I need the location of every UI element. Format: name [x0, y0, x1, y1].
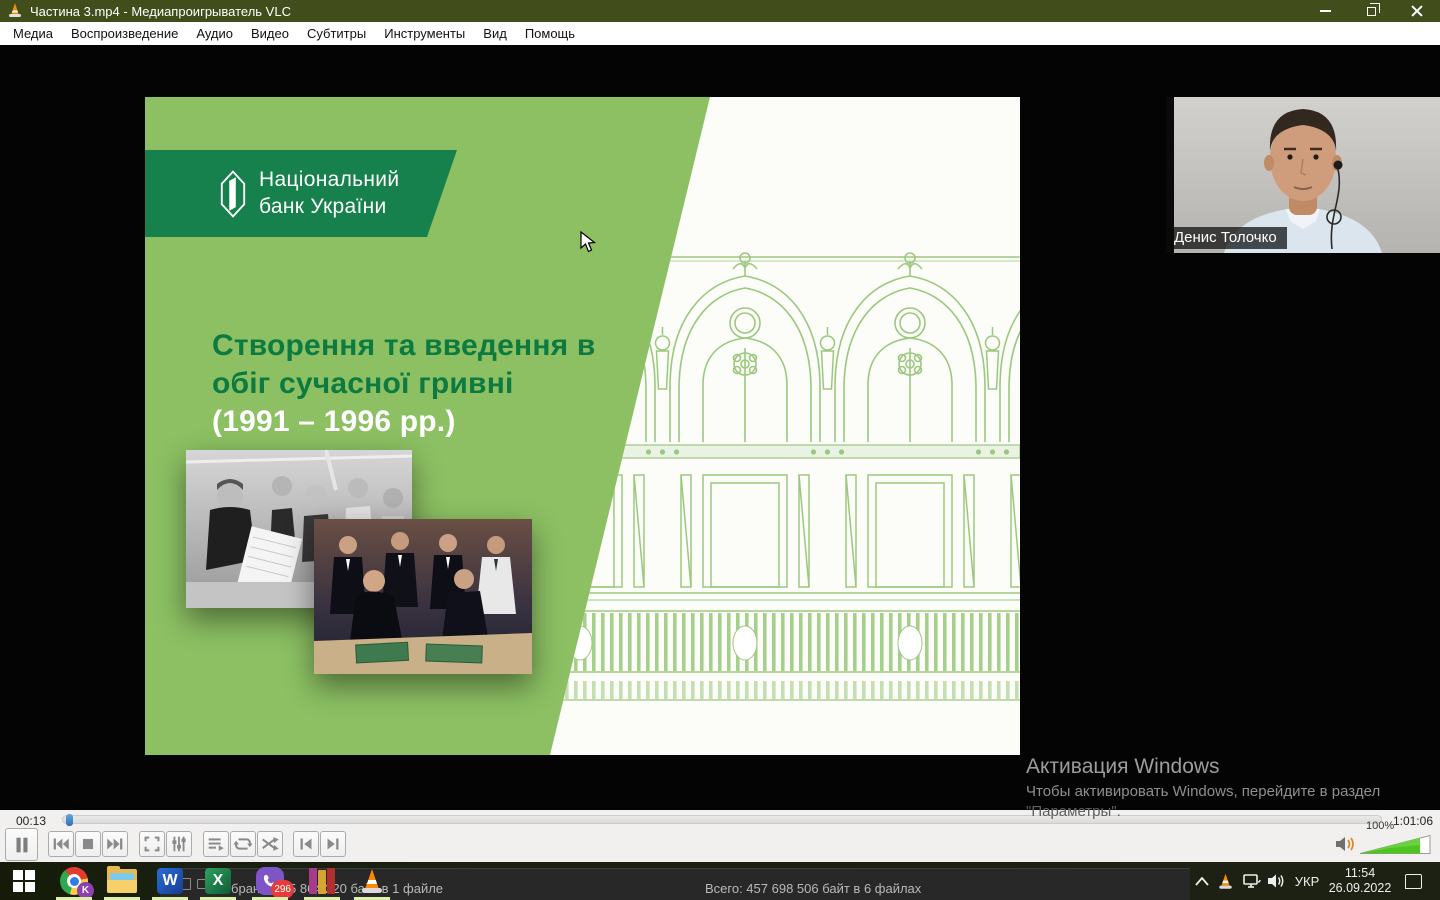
file-explorer-icon [107, 869, 137, 893]
menu-playback[interactable]: Воспроизведение [62, 26, 187, 41]
close-button[interactable] [1394, 0, 1440, 22]
frame-back-button[interactable] [293, 831, 319, 857]
statusbar-total-text: Всего: 457 698 506 байт в 6 файлах [705, 881, 921, 896]
taskbar-excel-button[interactable]: X [196, 862, 240, 900]
chevron-up-icon [1195, 877, 1209, 886]
menu-video[interactable]: Видео [242, 26, 298, 41]
skip-forward-icon [104, 833, 126, 855]
chrome-icon: K [60, 867, 88, 895]
minimize-icon [1320, 10, 1331, 12]
frame-forward-button[interactable] [320, 831, 346, 857]
start-button[interactable] [0, 862, 48, 900]
elapsed-time: 00:13 [16, 814, 46, 828]
menu-bar: Медиа Воспроизведение Аудио Видео Субтит… [0, 22, 1440, 45]
tray-language-button[interactable]: УКР [1290, 862, 1324, 900]
taskbar-word-button[interactable]: W [148, 862, 192, 900]
skip-back-icon [50, 833, 72, 855]
video-area: Національний банк України Створення та в… [0, 45, 1440, 810]
tray-clock-button[interactable]: 11:54 26.09.2022 [1324, 862, 1396, 900]
volume-slider[interactable] [1360, 835, 1432, 855]
loop-icon [232, 833, 254, 855]
nbu-org-name: Національний банк України [259, 166, 399, 220]
menu-view[interactable]: Вид [474, 26, 516, 41]
winrar-icon [309, 868, 335, 894]
historic-photo-color [314, 519, 532, 674]
restore-icon [1367, 7, 1376, 16]
taskbar-explorer-button[interactable] [100, 862, 144, 900]
frame-back-icon [295, 833, 317, 855]
slide-title: Створення та введення в обіг сучасної гр… [212, 327, 596, 441]
close-icon [1411, 5, 1423, 17]
tray-date: 26.09.2022 [1329, 881, 1392, 896]
tray-time: 11:54 [1345, 866, 1375, 881]
frame-forward-icon [322, 833, 344, 855]
viber-icon: 296 [256, 867, 284, 895]
shuffle-button[interactable] [257, 831, 283, 857]
seek-bar[interactable] [62, 815, 1382, 824]
building-facade-drawing [475, 247, 1020, 717]
taskbar: Выбрано: 435 864 220 байт в 1 файле Всег… [0, 862, 1440, 900]
taskbar-winrar-button[interactable] [300, 862, 344, 900]
presentation-slide: Національний банк України Створення та в… [145, 97, 1020, 755]
menu-audio[interactable]: Аудио [187, 26, 242, 41]
menu-help[interactable]: Помощь [516, 26, 584, 41]
tray-network-button[interactable] [1240, 862, 1264, 900]
tray-notifications-button[interactable] [1398, 862, 1428, 900]
speaker-icon [1267, 873, 1287, 889]
volume-mute-icon[interactable] [1334, 835, 1358, 853]
equalizer-icon [168, 833, 190, 855]
fullscreen-button[interactable] [139, 831, 165, 857]
pause-button[interactable] [5, 828, 38, 861]
seek-thumb[interactable] [66, 814, 73, 826]
next-button[interactable] [102, 831, 128, 857]
nbu-logo-icon [219, 169, 247, 219]
vlc-tray-icon [1218, 873, 1233, 890]
network-icon [1243, 873, 1261, 889]
previous-button[interactable] [48, 831, 74, 857]
nbu-banner: Національний банк України [145, 150, 457, 237]
menu-media[interactable]: Медиа [4, 26, 62, 41]
total-time: 1:01:06 [1393, 814, 1433, 828]
vlc-window: Частина 3.mp4 - Медиапроигрыватель VLC М… [0, 0, 1440, 900]
fullscreen-icon [141, 833, 163, 855]
tray-volume-button[interactable] [1264, 862, 1290, 900]
menu-tools[interactable]: Инструменты [375, 26, 474, 41]
extended-settings-button[interactable] [166, 831, 192, 857]
volume-percentage: 100% [1366, 820, 1394, 832]
slide-title-years: (1991 – 1996 рр.) [212, 403, 596, 441]
notification-icon [1405, 874, 1422, 889]
shuffle-icon [259, 833, 281, 855]
vlc-taskbar-icon [360, 868, 384, 895]
playlist-button[interactable] [203, 831, 229, 857]
taskbar-vlc-button[interactable] [350, 862, 394, 900]
stop-icon [77, 833, 99, 855]
window-controls [1302, 0, 1440, 22]
stop-button[interactable] [75, 831, 101, 857]
menu-subtitles[interactable]: Субтитры [298, 26, 375, 41]
taskbar-viber-button[interactable]: 296 [248, 862, 292, 900]
window-title: Частина 3.mp4 - Медиапроигрыватель VLC [30, 4, 291, 19]
loop-button[interactable] [230, 831, 256, 857]
webcam-name-label: Денис Толочко [1166, 227, 1287, 249]
restore-button[interactable] [1348, 0, 1394, 22]
vlc-app-icon [8, 3, 22, 19]
tray-chevron-button[interactable] [1192, 862, 1212, 900]
title-bar: Частина 3.mp4 - Медиапроигрыватель VLC [0, 0, 1440, 22]
minimize-button[interactable] [1302, 0, 1348, 22]
tray-vlc-icon-button[interactable] [1214, 862, 1236, 900]
webcam-overlay: Денис Толочко [1166, 97, 1440, 253]
word-icon: W [157, 868, 183, 894]
player-panel: 00:13 1:01:06 [0, 810, 1440, 862]
taskbar-chrome-button[interactable]: K [52, 862, 96, 900]
excel-icon: X [205, 868, 231, 894]
playlist-icon [205, 833, 227, 855]
windows-logo-icon [13, 870, 35, 892]
pause-icon [11, 834, 33, 856]
